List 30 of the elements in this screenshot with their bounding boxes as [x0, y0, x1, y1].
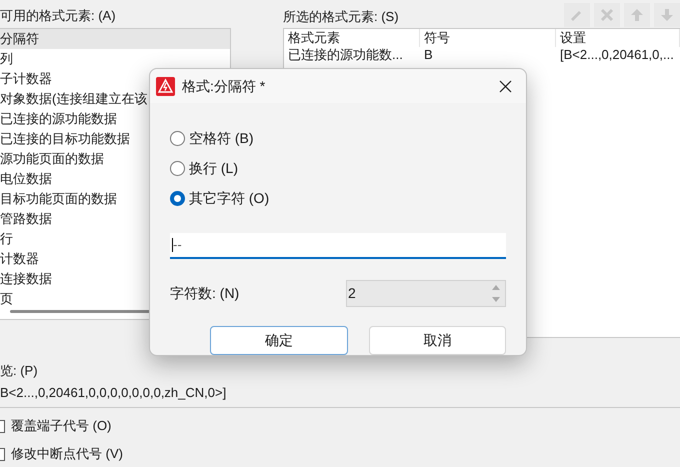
radio-label: 空格符 (B): [189, 128, 254, 148]
column-header[interactable]: 符号: [420, 29, 556, 47]
preview-label: 览: (P): [0, 362, 39, 380]
checkbox[interactable]: [0, 420, 5, 432]
column-header[interactable]: 格式元素: [284, 29, 420, 47]
radio-button[interactable]: [170, 190, 185, 206]
table-cell-text: B: [423, 47, 434, 63]
dialog-title: 格式:分隔符 *: [182, 76, 266, 96]
column-header[interactable]: 设置: [556, 29, 680, 47]
warning-icon: [156, 76, 175, 96]
radio-button[interactable]: [170, 130, 185, 146]
checkbox-label: 覆盖端子代号 (O): [11, 417, 112, 436]
list-item[interactable]: 列: [0, 49, 230, 69]
count-label: 字符数: (N): [170, 284, 240, 303]
ok-button[interactable]: 确定: [210, 326, 348, 355]
radio-label: 换行 (L): [189, 158, 238, 178]
close-icon: [498, 80, 512, 92]
radio-label: 其它字符 (O): [189, 188, 270, 208]
radio-button[interactable]: [170, 160, 185, 176]
input-field[interactable]: --: [170, 233, 506, 259]
cancel-button[interactable]: 取消: [368, 326, 506, 355]
preview-text: B<2...,0,20461,0,0,0,0,0,0,0,zh_CN,0>]: [0, 384, 228, 402]
list-item[interactable]: 分隔符: [0, 29, 230, 49]
checkbox[interactable]: [0, 448, 5, 460]
table-label: 所选的格式元素: (S): [283, 8, 399, 26]
table-cell-text: [B<2...,0,20461,0,...: [559, 47, 675, 63]
close-icon: [598, 6, 616, 24]
checkbox-label: 修改中断点代号 (V): [11, 445, 123, 464]
table-cell-text: 已连接的源功能数...: [287, 47, 404, 63]
list-label: 可用的格式元素: (A): [0, 7, 117, 25]
